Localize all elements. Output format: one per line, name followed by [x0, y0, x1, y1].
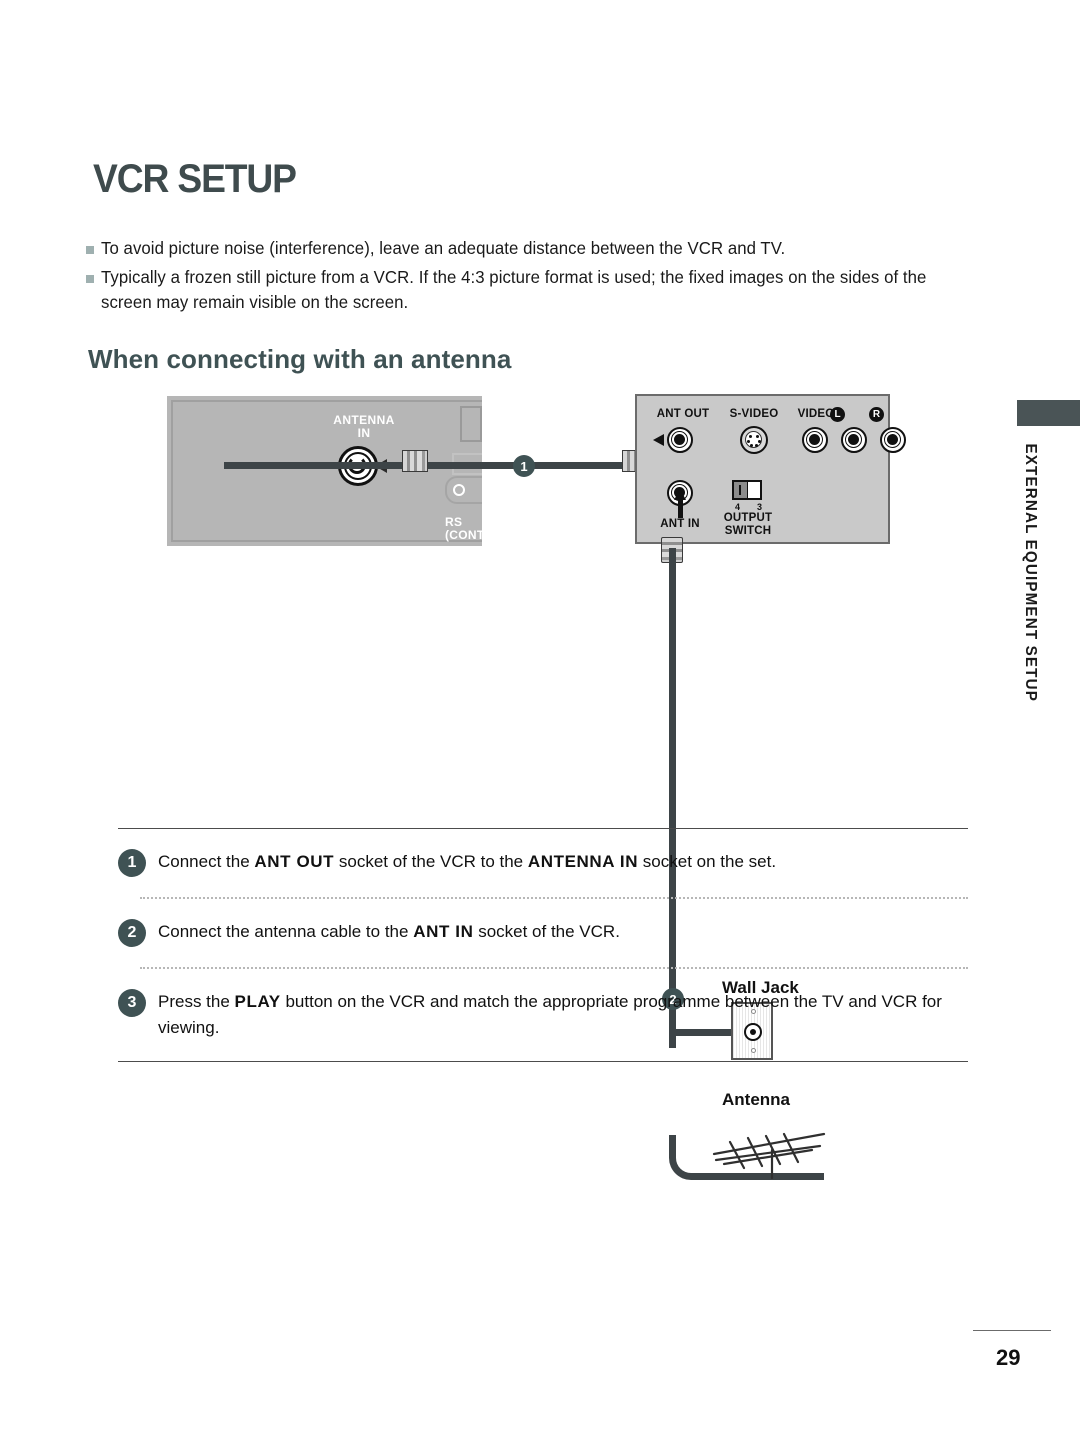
page-title: VCR SETUP: [93, 157, 297, 201]
vcr-video-socket-icon: [802, 427, 828, 453]
vcr-output-switch-label-line1: OUTPUT: [723, 512, 773, 524]
output-switch-position-3: 3: [757, 502, 763, 512]
tv-port-dsub: [445, 476, 482, 504]
vcr-ant-out-socket-icon: [667, 427, 693, 453]
antenna-illustration-icon: [712, 1132, 826, 1180]
page-footer-rule: [973, 1330, 1051, 1331]
list-item: 3 Press the PLAY button on the VCR and m…: [118, 969, 968, 1061]
intro-bullet-text: Typically a frozen still picture from a …: [101, 267, 927, 312]
square-bullet-icon: [86, 246, 94, 254]
step-text: Connect the antenna cable to the ANT IN …: [158, 922, 620, 941]
vcr-ant-in-arrow-stem: [678, 500, 683, 518]
coax-cable-tv-to-vcr: [224, 462, 634, 469]
vcr-audio-left-socket-icon: [841, 427, 867, 453]
vcr-ant-in-arrow-icon: [674, 489, 686, 500]
vcr-audio-right-socket-icon: [880, 427, 906, 453]
step-number-badge: 3: [118, 989, 146, 1017]
output-switch-knob: [734, 482, 748, 498]
list-item: Typically a frozen still picture from a …: [86, 265, 976, 315]
output-switch-position-4: 4: [735, 502, 741, 512]
step-text: Press the PLAY button on the VCR and mat…: [158, 992, 942, 1037]
list-item: 1 Connect the ANT OUT socket of the VCR …: [118, 829, 968, 897]
diagram-badge-1: 1: [513, 455, 535, 477]
section-heading: When connecting with an antenna: [88, 344, 512, 374]
antenna-label: Antenna: [722, 1090, 790, 1109]
instruction-steps: 1 Connect the ANT OUT socket of the VCR …: [118, 828, 968, 1062]
intro-bullet-text: To avoid picture noise (interference), l…: [101, 238, 786, 258]
cable-plug-tv-end-icon: [402, 450, 428, 472]
tv-antenna-in-line1: ANTENNA: [333, 413, 395, 427]
s-video-pin-cluster: [745, 431, 762, 448]
connection-diagram: ANTENNA IN RS (CONTRO 1 ANT OUT S-VIDEO …: [0, 390, 1080, 1180]
intro-bullet-list: To avoid picture noise (interference), l…: [86, 236, 976, 319]
step-text: Connect the ANT OUT socket of the VCR to…: [158, 852, 777, 871]
tv-back-panel-illustration: ANTENNA IN RS (CONTRO: [167, 396, 482, 546]
step-number-badge: 1: [118, 849, 146, 877]
square-bullet-icon: [86, 275, 94, 283]
vcr-s-video-socket-icon: [740, 426, 768, 454]
side-tab-marker: [1017, 400, 1080, 426]
vcr-ant-out-arrow-icon: [653, 434, 664, 446]
tv-antenna-in-label: ANTENNA IN: [309, 414, 419, 440]
vcr-s-video-label: S-VIDEO: [729, 408, 779, 420]
tv-port-square: [460, 406, 482, 442]
vcr-audio-right-icon: R: [869, 407, 884, 422]
tv-rs-line1: RS: [445, 515, 463, 529]
tv-antenna-in-line2: IN: [357, 426, 371, 440]
vcr-ant-out-label: ANT OUT: [656, 408, 710, 420]
side-tab-label: EXTERNAL EQUIPMENT SETUP: [1022, 443, 1039, 702]
tv-rs-line2: (CONTRO: [445, 528, 482, 542]
vcr-back-panel-illustration: ANT OUT S-VIDEO VIDEO L R ANT IN 4 3 OUT…: [635, 394, 906, 544]
vcr-audio-left-icon: L: [830, 407, 845, 422]
list-item: 2 Connect the antenna cable to the ANT I…: [118, 899, 968, 967]
tv-rs-control-label: RS (CONTRO: [445, 516, 482, 542]
list-item: To avoid picture noise (interference), l…: [86, 236, 976, 261]
steps-bottom-rule: [118, 1061, 968, 1062]
page-number: 29: [996, 1345, 1021, 1370]
vcr-output-switch-icon: [732, 480, 762, 500]
vcr-ant-in-label: ANT IN: [660, 518, 700, 530]
step-number-badge: 2: [118, 919, 146, 947]
vcr-output-switch-label-line2: SWITCH: [724, 525, 772, 537]
